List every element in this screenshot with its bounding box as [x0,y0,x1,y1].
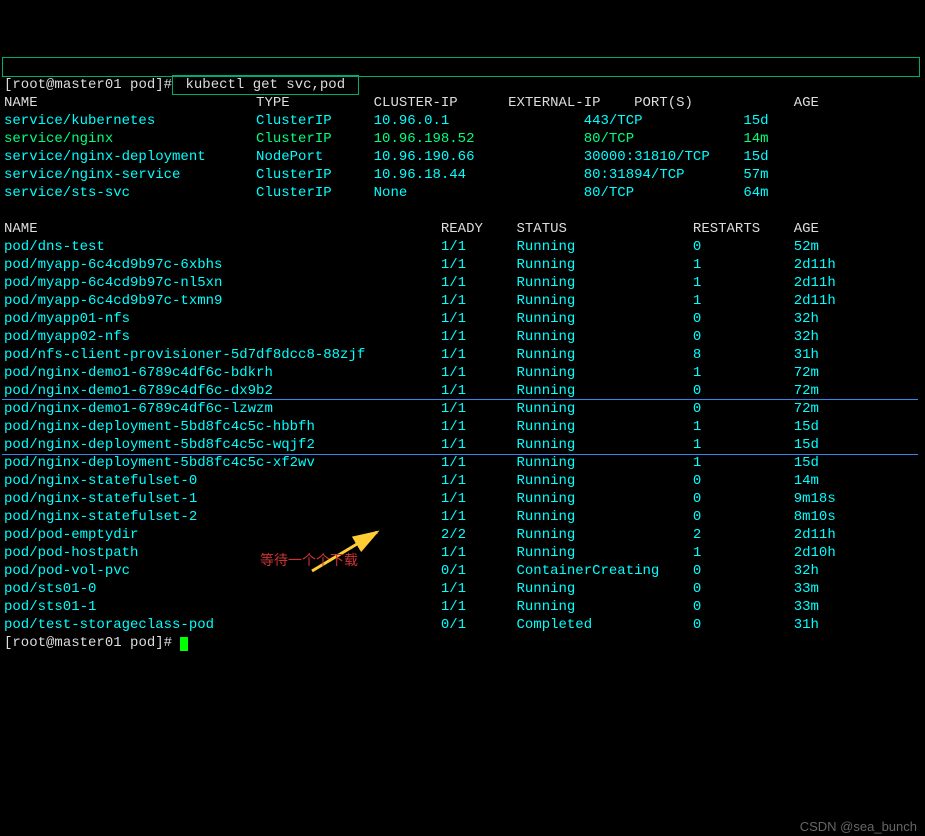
svc-row: service/sts-svc ClusterIP None 80/TCP 64… [4,184,921,202]
pod-row: pod/myapp02-nfs 1/1 Running 0 32h [4,328,921,346]
pod-row: pod/nginx-deployment-5bd8fc4c5c-xf2wv 1/… [4,454,921,472]
pod-row: pod/sts01-0 1/1 Running 0 33m [4,580,921,598]
svc-row: service/kubernetes ClusterIP 10.96.0.1 4… [4,112,921,130]
pod-row: pod/pod-hostpath 1/1 Running 1 2d10h [4,544,921,562]
svc-row-highlight [2,57,920,77]
pod-header: NAME READY STATUS RESTARTS AGE [4,220,921,238]
pod-row: pod/nginx-demo1-6789c4df6c-bdkrh 1/1 Run… [4,364,921,382]
pod-row: pod/myapp-6c4cd9b97c-nl5xn 1/1 Running 1… [4,274,921,292]
pod-row: pod/nginx-demo1-6789c4df6c-lzwzm 1/1 Run… [4,400,921,418]
cursor [180,637,188,651]
pod-row: pod/nginx-demo1-6789c4df6c-dx9b2 1/1 Run… [4,382,921,400]
pod-row: pod/nginx-deployment-5bd8fc4c5c-wqjf2 1/… [4,436,921,454]
pod-row: pod/myapp01-nfs 1/1 Running 0 32h [4,310,921,328]
pod-row: pod/myapp-6c4cd9b97c-6xbhs 1/1 Running 1… [4,256,921,274]
pod-row: pod/myapp-6c4cd9b97c-txmn9 1/1 Running 1… [4,292,921,310]
prompt-line: [root@master01 pod]# kubectl get svc,pod [4,76,921,94]
pod-row: pod/nginx-statefulset-0 1/1 Running 0 14… [4,472,921,490]
watermark: CSDN @sea_bunch [800,818,917,836]
pod-row: pod/nginx-statefulset-2 1/1 Running 0 8m… [4,508,921,526]
pod-row: pod/dns-test 1/1 Running 0 52m [4,238,921,256]
pod-row: pod/sts01-1 1/1 Running 0 33m [4,598,921,616]
terminal: [root@master01 pod]# kubectl get svc,pod… [4,76,921,652]
blank-line [4,202,921,220]
svc-row: service/nginx-service ClusterIP 10.96.18… [4,166,921,184]
annotation-text: 等待一个个下载 [260,551,358,569]
command-text: kubectl get svc,pod [185,77,345,93]
pod-row: pod/nfs-client-provisioner-5d7df8dcc8-88… [4,346,921,364]
annotation-arrow [290,508,387,582]
command-highlight: kubectl get svc,pod [172,75,358,95]
prompt-line-2: [root@master01 pod]# [4,634,921,652]
pod-row: pod/test-storageclass-pod 0/1 Completed … [4,616,921,634]
pod-row: pod/nginx-deployment-5bd8fc4c5c-hbbfh 1/… [4,418,921,436]
svc-row: service/nginx-deployment NodePort 10.96.… [4,148,921,166]
pod-row: pod/pod-vol-pvc 0/1 ContainerCreating 0 … [4,562,921,580]
pod-row: pod/nginx-statefulset-1 1/1 Running 0 9m… [4,490,921,508]
pod-row: pod/pod-emptydir 2/2 Running 2 2d11h [4,526,921,544]
svc-header: NAME TYPE CLUSTER-IP EXTERNAL-IP PORT(S)… [4,94,921,112]
svc-row: service/nginx ClusterIP 10.96.198.52 80/… [4,130,921,148]
